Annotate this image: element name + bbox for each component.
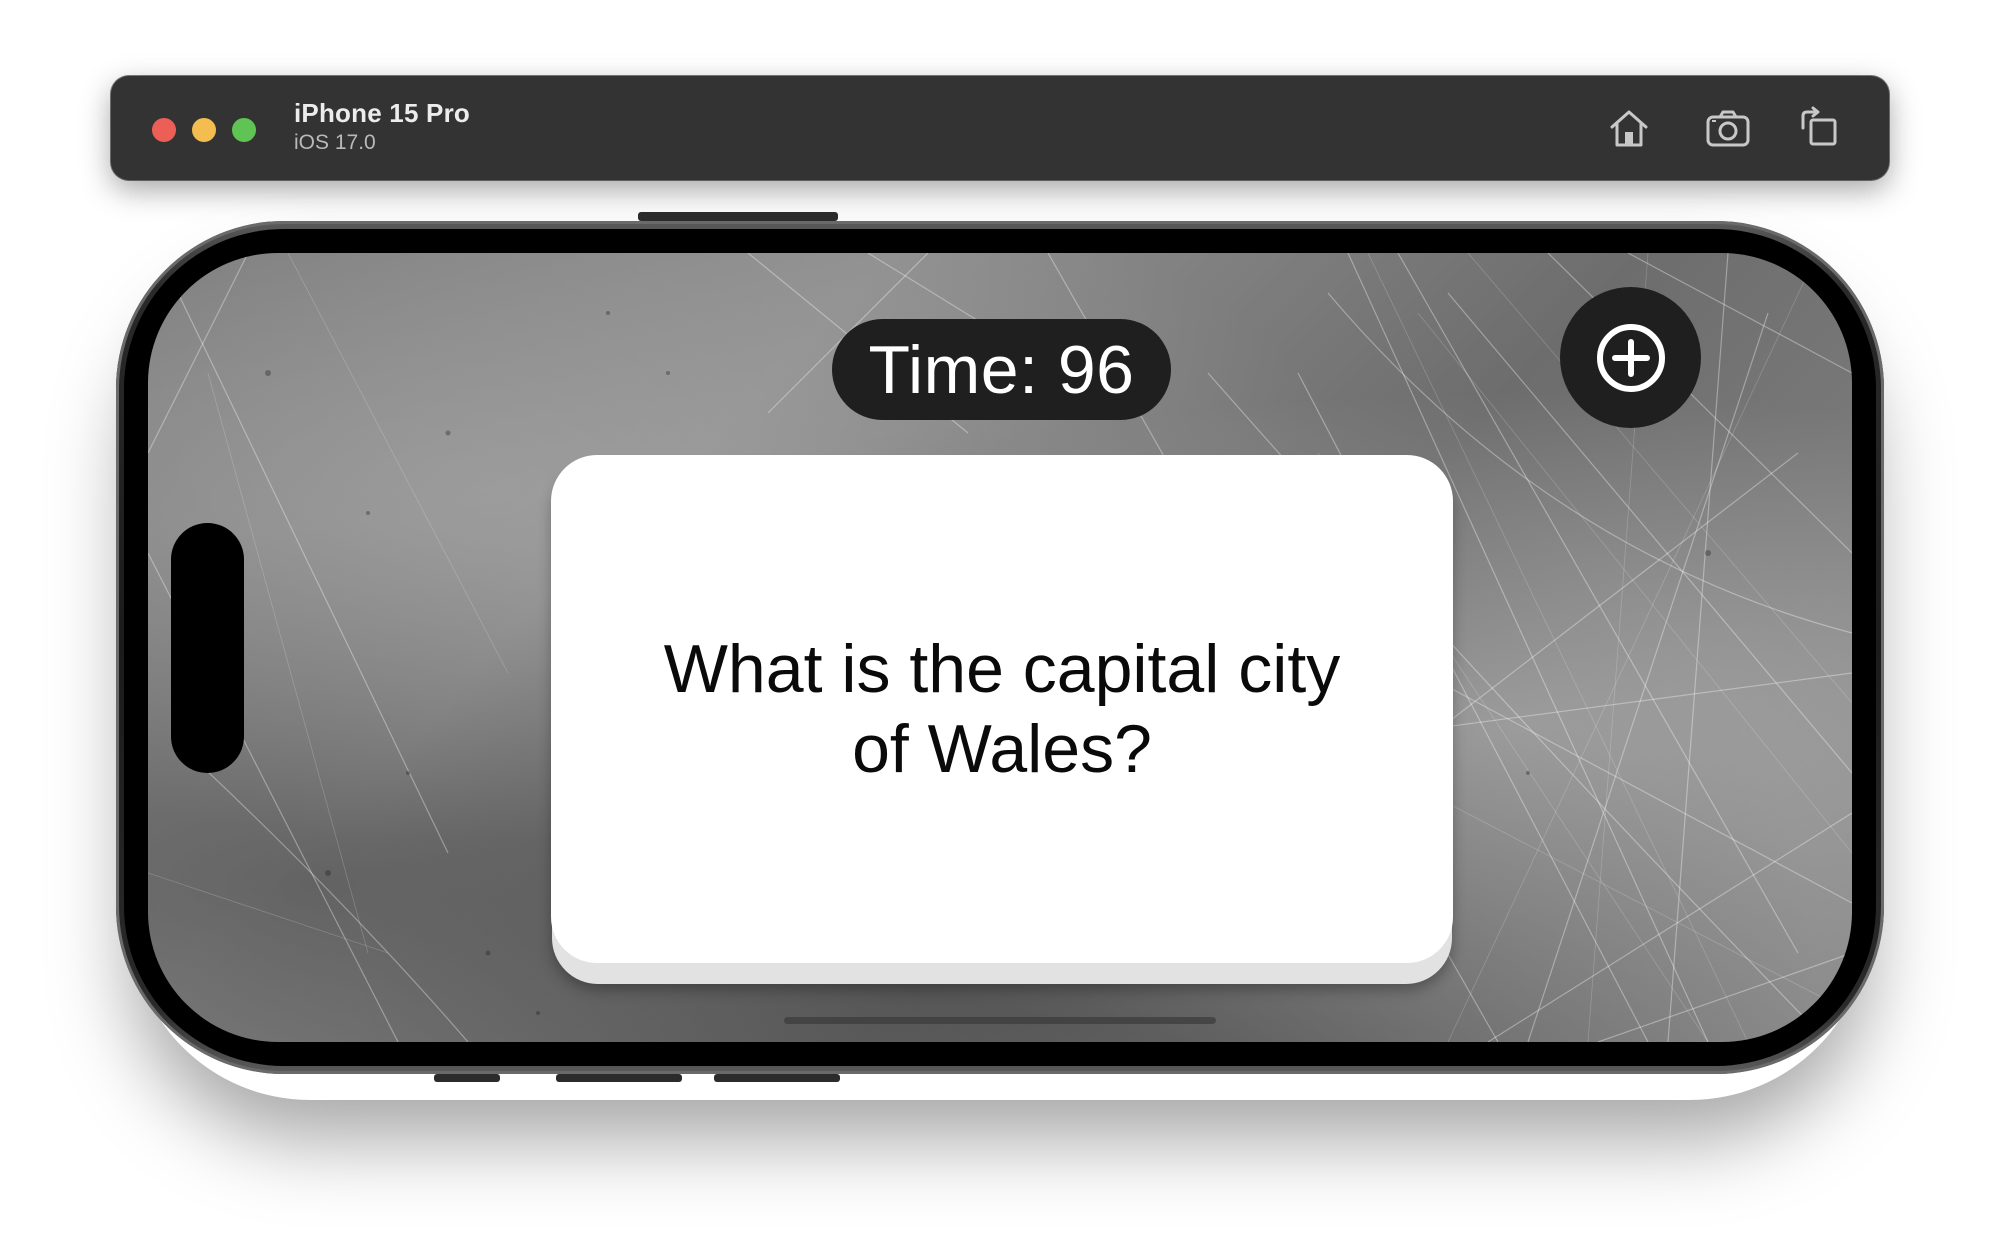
- dynamic-island: [171, 523, 244, 773]
- rotate-icon: [1801, 106, 1837, 146]
- home-button[interactable]: [1601, 100, 1657, 156]
- home-indicator[interactable]: [784, 1017, 1216, 1024]
- volume-down-button: [714, 1074, 840, 1082]
- screenshot-icon: [1706, 110, 1750, 147]
- os-version: iOS 17.0: [294, 131, 376, 154]
- add-card-button[interactable]: [1560, 287, 1701, 428]
- home-icon: [1610, 110, 1648, 147]
- action-button: [638, 212, 838, 221]
- card-question: What is the capital city of Wales?: [663, 631, 1341, 787]
- screenshot-button[interactable]: [1700, 100, 1756, 156]
- simulator-stage: iPhone 15 Pro iOS 17.0 Time: 96 What is …: [0, 0, 2000, 1242]
- timer-pill: Time: 96: [832, 319, 1171, 420]
- side-button: [434, 1074, 500, 1082]
- timer-text: Time: 96: [868, 331, 1135, 408]
- plus-circle-icon: [1596, 323, 1665, 392]
- phone-screen: Time: 96 What is the capital city of Wal…: [148, 253, 1852, 1042]
- zoom-window-button[interactable]: [232, 118, 256, 142]
- simulator-toolbar: iPhone 15 Pro iOS 17.0: [111, 76, 1889, 180]
- minimize-window-button[interactable]: [192, 118, 216, 142]
- close-window-button[interactable]: [152, 118, 176, 142]
- rotate-button[interactable]: [1791, 100, 1847, 156]
- device-name: iPhone 15 Pro: [294, 98, 470, 128]
- question-card[interactable]: What is the capital city of Wales?: [551, 455, 1453, 963]
- volume-up-button: [556, 1074, 682, 1082]
